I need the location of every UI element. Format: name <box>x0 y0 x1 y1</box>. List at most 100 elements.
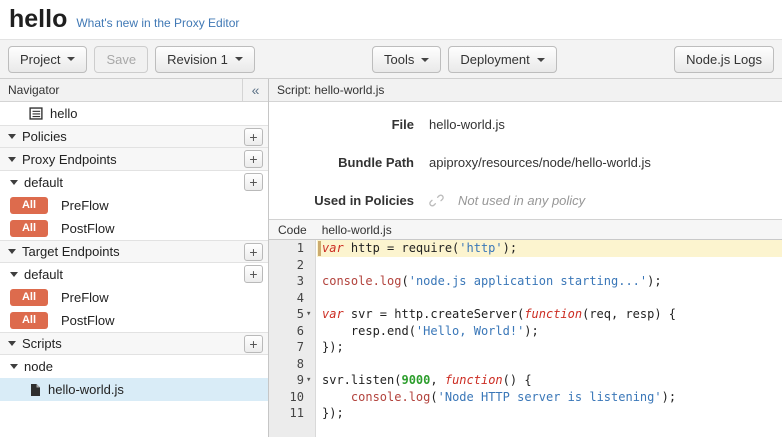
line-number-text: 11 <box>290 405 304 422</box>
code-token: console.log <box>322 274 401 288</box>
code-token: ); <box>647 274 661 288</box>
code-line[interactable]: var http = require('http'); <box>317 240 782 257</box>
code-token: console.log <box>351 390 430 404</box>
line-number-text: 9 <box>297 372 304 389</box>
nav-item-hello-world-js[interactable]: hello-world.js <box>0 378 268 401</box>
nav-item-default[interactable]: default+ <box>0 263 268 286</box>
nodejs-logs-button[interactable]: Node.js Logs <box>674 46 774 73</box>
field-row-used-in-policies: Used in PoliciesNot used in any policy <box>269 181 782 219</box>
file-icon <box>30 383 41 397</box>
deployment-menu-button[interactable]: Deployment <box>448 46 556 73</box>
save-button[interactable]: Save <box>94 46 148 73</box>
chevron-down-icon <box>67 57 75 61</box>
nav-item-label: Scripts <box>22 336 62 351</box>
nav-item-hello[interactable]: hello <box>0 102 268 125</box>
field-value: Not used in any policy <box>429 193 585 208</box>
code-token: svr.listen( <box>322 373 401 387</box>
code-line[interactable]: var svr = http.createServer(function(req… <box>317 306 782 323</box>
line-number: 6 <box>269 323 315 340</box>
add-policies-button[interactable]: + <box>244 128 263 146</box>
nav-item-scripts[interactable]: Scripts + <box>0 332 268 355</box>
caret-down-icon[interactable] <box>10 364 18 369</box>
field-value: hello-world.js <box>429 117 505 132</box>
line-number-text: 2 <box>297 257 304 274</box>
field-row-bundle-path: Bundle Path apiproxy/resources/node/hello… <box>269 143 782 181</box>
tools-menu-label: Tools <box>384 52 414 67</box>
code-token: 'Hello, World!' <box>416 324 524 338</box>
nav-item-postflow[interactable]: AllPostFlow <box>0 217 268 240</box>
nav-item-preflow[interactable]: AllPreFlow <box>0 286 268 309</box>
code-token: 'Node HTTP server is listening' <box>438 390 662 404</box>
nav-item-label: PreFlow <box>61 198 109 213</box>
chevron-down-icon <box>235 57 243 61</box>
line-number-text: 3 <box>297 273 304 290</box>
nav-item-label: hello <box>50 106 77 121</box>
code-token: resp.end( <box>322 324 416 338</box>
code-editor[interactable]: 12345▾6789▾1011 var http = require('http… <box>269 240 782 437</box>
nav-item-node[interactable]: node <box>0 355 268 378</box>
caret-down-icon[interactable] <box>8 249 16 254</box>
code-line[interactable] <box>317 257 782 274</box>
project-menu-button[interactable]: Project <box>8 46 87 73</box>
field-value: apiproxy/resources/node/hello-world.js <box>429 155 651 170</box>
fold-toggle-icon[interactable]: ▾ <box>304 372 315 389</box>
caret-down-icon[interactable] <box>8 341 16 346</box>
caret-down-icon[interactable] <box>8 134 16 139</box>
nav-item-default[interactable]: default+ <box>0 171 268 194</box>
field-label: Bundle Path <box>269 155 414 170</box>
caret-down-icon[interactable] <box>10 180 18 185</box>
code-line[interactable]: console.log('node.js application startin… <box>317 273 782 290</box>
caret-down-icon[interactable] <box>10 272 18 277</box>
deployment-menu-label: Deployment <box>460 52 529 67</box>
add-target-endpoints-button[interactable]: + <box>244 243 263 261</box>
nav-item-postflow[interactable]: AllPostFlow <box>0 309 268 332</box>
line-number-text: 5 <box>297 306 304 323</box>
nav-item-proxy-endpoints[interactable]: Proxy Endpoints+ <box>0 148 268 171</box>
chevron-down-icon <box>421 58 429 62</box>
code-line[interactable]: console.log('Node HTTP server is listeni… <box>317 389 782 406</box>
code-token: }); <box>322 406 344 420</box>
editor-gutter: 12345▾6789▾1011 <box>269 240 316 437</box>
code-line[interactable] <box>317 290 782 307</box>
code-filename: hello-world.js <box>322 223 392 237</box>
all-badge: All <box>10 220 48 237</box>
tools-menu-button[interactable]: Tools <box>372 46 441 73</box>
code-line[interactable] <box>317 356 782 373</box>
line-number: 3 <box>269 273 315 290</box>
nav-item-target-endpoints[interactable]: Target Endpoints+ <box>0 240 268 263</box>
code-token: var <box>322 241 344 255</box>
code-token: http = require( <box>344 241 460 255</box>
page-title: hello <box>9 7 67 32</box>
caret-down-icon[interactable] <box>8 157 16 162</box>
navigator-title: Navigator <box>8 83 59 97</box>
nav-item-label: hello-world.js <box>48 382 124 397</box>
add-scripts-button[interactable]: + <box>244 335 263 353</box>
script-panel-title: Script: hello-world.js <box>277 83 384 97</box>
add-default-button[interactable]: + <box>244 173 263 191</box>
fold-toggle-icon[interactable]: ▾ <box>304 306 315 323</box>
code-header: Code hello-world.js <box>269 219 782 240</box>
code-token: ); <box>662 390 676 404</box>
revision-menu-button[interactable]: Revision 1 <box>155 46 255 73</box>
whats-new-link[interactable]: What's new in the Proxy Editor <box>76 16 239 30</box>
code-token: }); <box>322 340 344 354</box>
code-line[interactable]: svr.listen(9000, function() { <box>317 372 782 389</box>
line-number: 7 <box>269 339 315 356</box>
code-line[interactable]: resp.end('Hello, World!'); <box>317 323 782 340</box>
all-badge: All <box>10 312 48 329</box>
collapse-sidebar-button[interactable]: « <box>242 79 268 102</box>
navigator-header: Navigator « <box>0 79 268 102</box>
all-badge: All <box>10 289 48 306</box>
code-token: , <box>430 373 444 387</box>
nav-item-policies[interactable]: Policies+ <box>0 125 268 148</box>
add-default-button[interactable]: + <box>244 265 263 283</box>
script-detail-panel: Script: hello-world.js Filehello-world.j… <box>269 79 782 437</box>
code-token: 'node.js application starting...' <box>409 274 647 288</box>
nav-item-preflow[interactable]: AllPreFlow <box>0 194 268 217</box>
toolbar: Project Save Revision 1 Tools Deployment… <box>0 39 782 79</box>
code-line[interactable]: }); <box>317 405 782 422</box>
add-proxy-endpoints-button[interactable]: + <box>244 150 263 168</box>
code-token: ); <box>503 241 517 255</box>
code-line[interactable]: }); <box>317 339 782 356</box>
proxy-editor-app: hello What's new in the Proxy Editor Pro… <box>0 0 782 437</box>
